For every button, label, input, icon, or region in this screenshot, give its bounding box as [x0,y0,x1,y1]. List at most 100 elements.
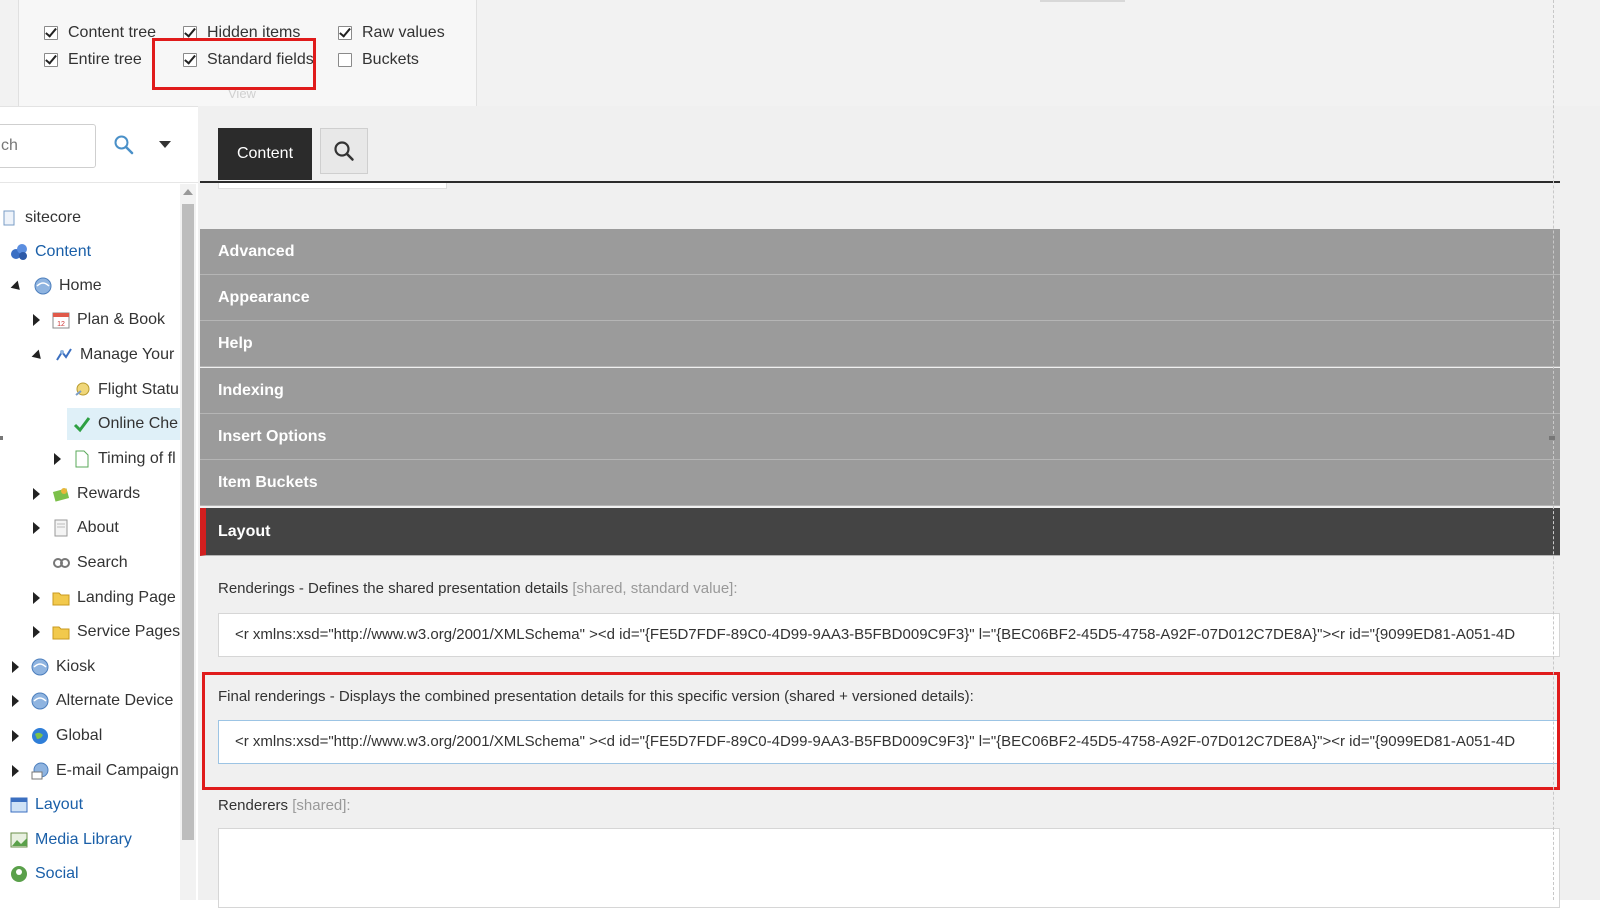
scroll-up-icon[interactable] [183,189,193,195]
pane-splitter-handle[interactable] [0,436,3,440]
entire-tree-label: Entire tree [68,51,142,68]
tree-node-global[interactable]: Global [12,720,102,752]
tree-node-label: Social [35,865,79,882]
expand-arrow-icon[interactable] [12,695,19,707]
section-insert-options[interactable]: Insert Options [200,414,1560,460]
expand-arrow-icon[interactable] [33,522,40,534]
tree-node-label: E-mail Campaign [56,762,179,779]
sitecore-icon [0,209,18,227]
manage-icon [55,346,73,364]
folder-icon [52,589,70,607]
tree-node-label: sitecore [25,209,82,226]
sphere-icon [31,727,49,745]
tree-node-manage-your[interactable]: Manage Your [31,339,175,371]
tree-node-home[interactable]: Home [10,270,102,302]
globe-icon [31,658,49,676]
tab-search[interactable] [320,128,368,174]
renderers-label: Renderers [shared]: [218,797,351,814]
tree-node-label: Landing Page [77,589,176,606]
tree-scrollbar-thumb[interactable] [182,204,194,840]
tree-node-label: Alternate Device [56,692,174,709]
tree-node-media-library[interactable]: Media Library [10,824,132,856]
layout-icon [10,796,28,814]
raw-values-label: Raw values [362,24,445,41]
page-icon [52,519,70,537]
flight-icon [73,381,91,399]
globe-icon [31,692,49,710]
tree-node-label: Online Che [98,415,179,432]
content-tree-label: Content tree [68,24,157,41]
tree-node-label: Layout [35,796,84,813]
svg-text:12: 12 [57,321,65,328]
right-edge-guide [1553,0,1554,900]
renderers-meta: [shared]: [292,797,351,814]
option-buckets[interactable]: Buckets [338,51,419,69]
ribbon-top-line [1040,0,1125,2]
social-icon [10,865,28,883]
rewards-icon [52,485,70,503]
calendar-icon: 12 [52,311,70,329]
search-icon[interactable] [113,134,135,156]
section-layout[interactable]: Layout [200,508,1560,556]
renderings-meta: [shared, standard value]: [572,580,738,597]
buckets-checkbox[interactable] [338,53,352,67]
raw-values-checkbox[interactable] [338,26,352,40]
tree-node-online-checkin[interactable]: Online Che [67,408,180,440]
content-icon [10,243,28,261]
tree-node-flight-status[interactable]: Flight Statu [54,374,179,406]
section-indexing[interactable]: Indexing [200,368,1560,414]
tree-node-label: Content [35,243,92,260]
tree-search-input[interactable]: ch [0,124,96,168]
tree-node-label: Kiosk [56,658,96,675]
expand-arrow-icon[interactable] [54,453,61,465]
expand-arrow-icon[interactable] [12,661,19,673]
expand-arrow-icon[interactable] [12,730,19,742]
section-appearance[interactable]: Appearance [200,275,1560,321]
renderers-field[interactable] [218,828,1560,908]
tree-node-social[interactable]: Social [10,858,79,890]
content-tree-checkbox[interactable] [44,26,58,40]
expand-arrow-icon[interactable] [33,488,40,500]
tree-node-label: Service Pages [77,623,180,640]
tree-node-alternate-device[interactable]: Alternate Device [12,685,173,717]
tree-node-about[interactable]: About [33,512,119,544]
collapse-arrow-icon[interactable] [31,349,45,363]
renderings-label-text: Renderings - Defines the shared presenta… [218,580,569,597]
tree-node-sitecore[interactable]: sitecore [0,202,81,234]
tree-node-layout[interactable]: Layout [10,789,83,821]
tree-node-content[interactable]: Content [10,236,91,268]
tree-node-label: Manage Your [80,346,175,363]
tree-node-email-campaign[interactable]: E-mail Campaign [12,755,179,787]
checkmark-icon [73,415,91,433]
tree-node-label: Home [59,277,102,294]
email-globe-icon [31,762,49,780]
option-raw-values[interactable]: Raw values [338,24,445,42]
expand-arrow-icon[interactable] [33,314,40,326]
option-content-tree[interactable]: Content tree [44,24,156,42]
expand-arrow-icon[interactable] [12,765,19,777]
tree-node-timing[interactable]: Timing of fl [54,443,176,475]
content-tree: sitecore Content Home 12 Plan & Book Man… [0,198,180,900]
tree-node-search[interactable]: Search [33,547,128,579]
globe-icon [34,277,52,295]
entire-tree-checkbox[interactable] [44,53,58,67]
highlight-standard-fields [152,38,316,90]
section-advanced[interactable]: Advanced [200,229,1560,275]
expand-arrow-icon[interactable] [33,592,40,604]
chevron-down-icon[interactable] [159,141,171,148]
tree-node-label: Global [56,727,103,744]
option-entire-tree[interactable]: Entire tree [44,51,142,69]
tree-node-rewards[interactable]: Rewards [33,478,140,510]
tree-node-plan-book[interactable]: 12 Plan & Book [33,304,165,336]
tree-node-service-pages[interactable]: Service Pages [33,616,180,648]
expand-arrow-icon[interactable] [33,626,40,638]
tree-node-landing-page[interactable]: Landing Page [33,582,176,614]
section-help[interactable]: Help [200,321,1560,367]
tree-node-kiosk[interactable]: Kiosk [12,651,95,683]
collapse-arrow-icon[interactable] [10,280,24,294]
section-item-buckets[interactable]: Item Buckets [200,460,1560,506]
right-splitter-handle[interactable] [1549,436,1555,440]
tab-content[interactable]: Content [218,128,312,180]
renderings-field[interactable]: <r xmlns:xsd="http://www.w3.org/2001/XML… [218,613,1560,657]
buckets-label: Buckets [362,51,419,68]
